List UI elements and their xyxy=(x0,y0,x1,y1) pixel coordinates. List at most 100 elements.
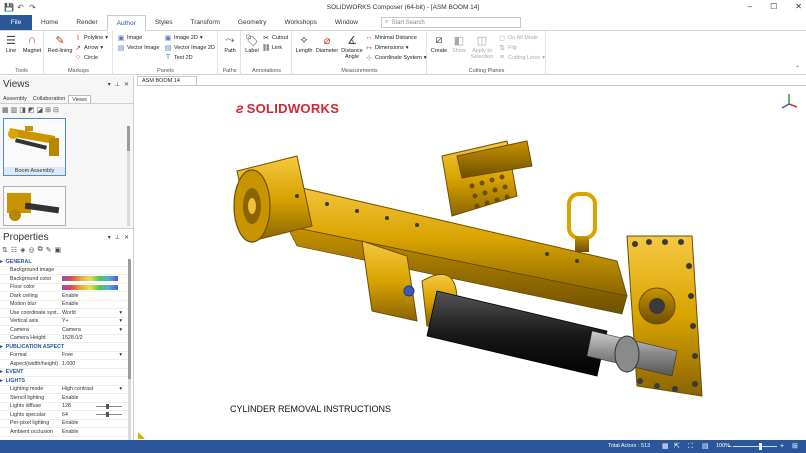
coordinate-system-button[interactable]: ⊹ Coordinate System ▾ xyxy=(365,54,426,62)
property-value[interactable]: Camera ▾ xyxy=(62,327,128,333)
label-button[interactable]: 🏷 Label xyxy=(243,33,261,55)
dropdown-icon[interactable]: ▾ xyxy=(119,318,122,324)
maximize-button[interactable]: ☐ xyxy=(770,2,777,11)
minimal-distance-button[interactable]: ↔ Minimal Distance xyxy=(365,34,417,41)
dropdown-icon[interactable]: ▾ xyxy=(119,386,122,392)
property-row[interactable]: Lights specular 64 xyxy=(0,411,128,420)
redlining-button[interactable]: ✎ Red-lining xyxy=(47,33,73,55)
dimensions-button[interactable]: ⇿ Dimensions ▾ xyxy=(365,44,408,52)
view-markups-icon[interactable]: ◪ xyxy=(37,106,44,114)
tab-render[interactable]: Render xyxy=(67,15,106,30)
property-value[interactable]: 64 xyxy=(62,412,128,418)
scrollbar-thumb[interactable] xyxy=(127,126,130,151)
view-camera-icon[interactable]: ◨ xyxy=(19,106,26,114)
image-button[interactable]: ▣ Image xyxy=(117,34,143,42)
document-tab[interactable]: ASM BOOM 14 xyxy=(137,76,197,85)
panel-menu-icon[interactable]: ▾ xyxy=(108,81,111,88)
property-row[interactable]: Motion blur Enable xyxy=(0,301,128,309)
tab-file[interactable]: File xyxy=(0,15,32,30)
scrollbar-thumb[interactable] xyxy=(128,259,131,379)
link-button[interactable]: ⛓ Link xyxy=(262,44,283,52)
slider-handle[interactable] xyxy=(106,412,109,418)
path-button[interactable]: ⤳ Path xyxy=(221,33,239,55)
on-all-mode-button[interactable]: ◻ On All Mode xyxy=(498,34,538,42)
view-filter-icon[interactable]: ⊞ xyxy=(45,106,51,114)
property-value[interactable]: Y+ ▾ xyxy=(62,318,128,324)
tab-transform[interactable]: Transform xyxy=(182,15,229,30)
close-icon[interactable]: ✕ xyxy=(124,81,129,88)
property-row[interactable]: Stencil lighting Enable xyxy=(0,394,128,403)
property-value[interactable] xyxy=(62,284,128,290)
property-value[interactable] xyxy=(62,276,128,282)
properties-scrollbar[interactable] xyxy=(128,259,131,449)
property-row[interactable]: Background image xyxy=(0,267,128,275)
view-thumbnail-boom-assembly[interactable]: Boom Assembly xyxy=(3,118,66,176)
property-section[interactable]: ▸ PUBLICATION ASPECT xyxy=(0,343,128,352)
tab-collaboration[interactable]: Collaboration xyxy=(30,95,68,103)
property-value[interactable]: 1.000 xyxy=(62,361,128,367)
tab-views[interactable]: Views xyxy=(68,95,91,103)
circle-button[interactable]: ○ Circle xyxy=(74,54,98,61)
tab-author[interactable]: Author xyxy=(106,15,146,31)
apply-to-selection-button[interactable]: ◫ Apply to Selection xyxy=(468,33,496,61)
zoom-slider-handle[interactable] xyxy=(759,443,762,450)
property-value[interactable]: 128 xyxy=(62,403,128,409)
cursor-icon[interactable]: ⇱ xyxy=(674,440,680,453)
property-row[interactable]: Vertical axis Y+ ▾ xyxy=(0,318,128,326)
property-section[interactable]: ▸ EVENT xyxy=(0,368,128,377)
property-row[interactable]: Lighting mode High contrast ▾ xyxy=(0,386,128,394)
property-row[interactable]: Camera Height 1528.0/2 xyxy=(0,335,128,343)
close-button[interactable]: ✕ xyxy=(795,2,802,11)
magnet-button[interactable]: ∩ Magnet xyxy=(21,33,43,54)
length-button[interactable]: ⟡ Length xyxy=(294,33,314,55)
view-mode-icon[interactable]: ▤ xyxy=(702,440,709,453)
3d-viewport[interactable]: ƨ SOLIDWORKS CYLINDER REMOVAL INSTRUCTIO… xyxy=(137,85,806,440)
style-icon[interactable]: ◈ xyxy=(20,246,25,254)
fullscreen-icon[interactable]: ⊞ xyxy=(792,440,798,453)
panel-menu-icon[interactable]: ▾ xyxy=(108,234,111,241)
cutting-lines-button[interactable]: ≡ Cutting Lines ▾ xyxy=(498,54,545,61)
property-value[interactable]: Enable xyxy=(62,293,128,299)
property-section[interactable]: ▸ LIGHTS xyxy=(0,377,128,386)
property-row[interactable]: Per-pixel lighting Enable xyxy=(0,420,128,428)
property-row[interactable]: Background color xyxy=(0,275,128,284)
fit-icon[interactable]: ⛶ xyxy=(688,440,693,453)
color-swatch[interactable] xyxy=(62,284,118,290)
property-row[interactable]: Floor color xyxy=(0,284,128,292)
property-row[interactable]: Dark ceiling Enable xyxy=(0,292,128,301)
views-scrollbar[interactable] xyxy=(127,126,130,226)
property-row[interactable]: Format Free ▾ xyxy=(0,352,128,360)
search-box[interactable]: ⌕ Start Search xyxy=(380,17,521,28)
tab-geometry[interactable]: Geometry xyxy=(229,15,276,30)
polyline-button[interactable]: ⌇ Polyline ▾ xyxy=(74,34,108,42)
text-2d-button[interactable]: T Text 2D xyxy=(164,54,193,61)
image-2d-button[interactable]: ▣ Image 2D ▾ xyxy=(164,34,203,42)
pin-icon[interactable]: ⊥ xyxy=(115,81,120,88)
sort-icon[interactable]: ⇅ xyxy=(2,246,8,254)
boom-assembly-model[interactable] xyxy=(137,86,806,440)
property-row[interactable]: Lights diffuse 128 xyxy=(0,403,128,411)
color-swatch[interactable] xyxy=(62,276,118,282)
property-value[interactable]: Enable xyxy=(62,429,128,435)
apply-icon[interactable]: ▣ xyxy=(55,246,62,254)
property-value[interactable]: World ▾ xyxy=(62,310,128,316)
tab-home[interactable]: Home xyxy=(32,15,67,30)
slider-handle[interactable] xyxy=(106,403,109,409)
property-slider[interactable] xyxy=(96,412,122,418)
flip-button[interactable]: ⇅ Flip xyxy=(498,44,517,52)
property-row[interactable]: Use coordinate syst... World ▾ xyxy=(0,309,128,318)
property-value[interactable]: 1528.0/2 xyxy=(62,335,128,341)
vector-image-button[interactable]: ▤ Vector Image xyxy=(117,44,160,52)
pin-icon[interactable]: ⊥ xyxy=(115,234,120,241)
create-cutting-plane-button[interactable]: ⧄ Create xyxy=(429,33,449,55)
property-value[interactable]: High contrast ▾ xyxy=(62,386,128,392)
view-thumbnail-2[interactable] xyxy=(3,186,66,226)
view-actors-icon[interactable]: ◩ xyxy=(28,106,35,114)
view-settings-icon[interactable]: ⊟ xyxy=(53,106,59,114)
zoom-in-icon[interactable]: + xyxy=(780,440,784,453)
dropdown-icon[interactable]: ▾ xyxy=(119,310,122,316)
update-view-icon[interactable]: ▥ xyxy=(11,106,18,114)
zoom-slider[interactable] xyxy=(733,443,777,450)
property-row[interactable]: Ambient occlusion Enable xyxy=(0,428,128,437)
property-section[interactable]: ▸ GENERAL xyxy=(0,258,128,267)
